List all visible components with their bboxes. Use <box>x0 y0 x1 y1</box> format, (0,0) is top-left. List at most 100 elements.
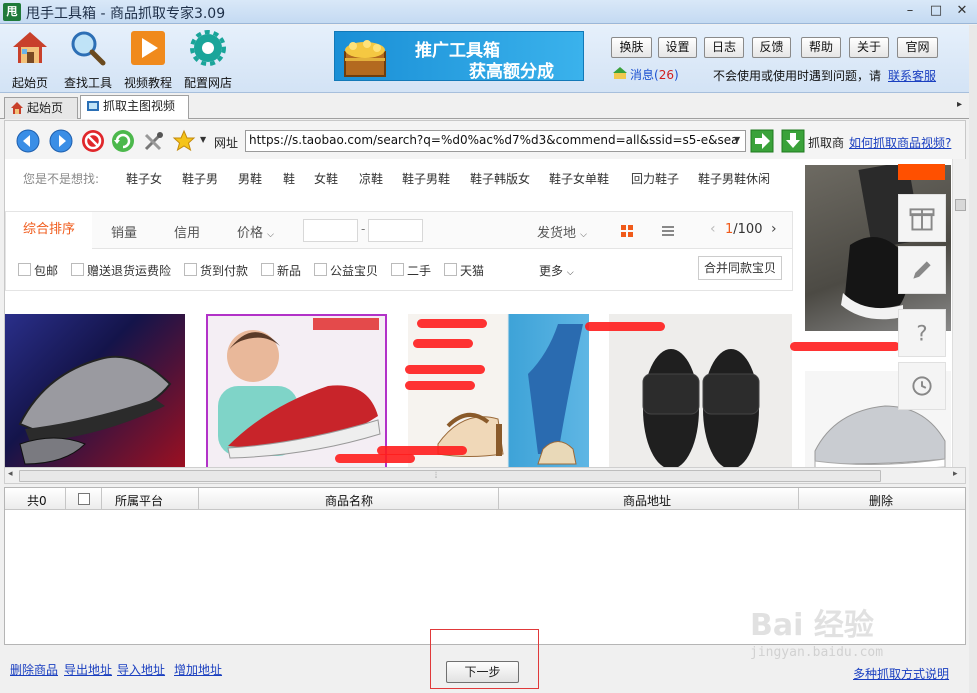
back-icon[interactable] <box>16 129 40 153</box>
suggestion-link[interactable]: 凉鞋 <box>359 170 383 187</box>
address-input[interactable]: https://s.taobao.com/search?q=%d0%ac%d7%… <box>245 130 746 152</box>
side-promo-strip[interactable] <box>898 164 945 180</box>
delete-products-link[interactable]: 删除商品 <box>10 661 58 678</box>
question-icon[interactable]: ? <box>898 309 946 357</box>
about-button[interactable]: 关于 <box>849 37 889 58</box>
help-button[interactable]: 帮助 <box>801 37 841 58</box>
log-button[interactable]: 日志 <box>704 37 744 58</box>
product-card[interactable] <box>609 314 792 468</box>
suggestion-link[interactable]: 鞋子男鞋休闲 <box>698 170 770 187</box>
browser-viewport: 您是不是想找: 鞋子女 鞋子男 男鞋 鞋 女鞋 凉鞋 鞋子男鞋 鞋子韩版女 鞋子… <box>4 159 966 468</box>
forward-icon[interactable] <box>49 129 73 153</box>
merge-same-button[interactable]: 合并同款宝贝 <box>698 256 782 280</box>
suggestion-link[interactable]: 鞋子女 <box>126 170 162 187</box>
close-button[interactable]: ✕ <box>950 2 974 20</box>
messages-link[interactable]: 消息(26) <box>630 66 679 83</box>
promo-banner[interactable]: 推广工具箱 获高额分成 <box>334 31 584 81</box>
maximize-button[interactable]: □ <box>924 2 948 20</box>
tab-home[interactable]: 起始页 <box>4 97 78 119</box>
grid-header: 共0 所属平台 商品名称 商品地址 删除 <box>5 488 965 510</box>
pencil-icon[interactable] <box>898 246 946 294</box>
settings-button[interactable]: 设置 <box>658 37 697 58</box>
horizontal-scroll-thumb[interactable]: ⦙ <box>19 470 881 482</box>
messages-label: 消息( <box>630 68 659 82</box>
suggestion-link[interactable]: 鞋子韩版女 <box>470 170 530 187</box>
website-button[interactable]: 官网 <box>897 37 938 58</box>
col-delete[interactable]: 删除 <box>869 492 893 509</box>
sort-price-tab[interactable]: 价格 ⌵ <box>237 222 274 241</box>
product-card[interactable] <box>408 314 589 468</box>
horizontal-scrollbar[interactable]: ◂ ⦙ ▸ <box>4 467 966 484</box>
config-shop-label: 配置网店 <box>183 76 232 90</box>
app-icon: 甩 <box>3 3 21 21</box>
vertical-scroll-thumb[interactable] <box>955 199 966 211</box>
skin-button[interactable]: 换肤 <box>611 37 652 58</box>
suggestion-link[interactable]: 鞋 <box>283 170 295 187</box>
filter-checkbox[interactable]: 二手 <box>391 262 431 279</box>
redaction-mark <box>377 446 467 455</box>
more-filters-dropdown[interactable]: 更多 ⌵ <box>539 262 574 279</box>
select-all-checkbox[interactable] <box>78 493 90 505</box>
tab-scroll-icon[interactable]: ▸ <box>957 99 969 115</box>
messages-count: 26 <box>658 68 674 82</box>
filter-checkbox[interactable]: 新品 <box>261 262 301 279</box>
scroll-right-icon[interactable]: ▸ <box>953 469 958 479</box>
ship-from-dropdown[interactable]: 发货地 ⌵ <box>537 222 587 241</box>
suggestion-link[interactable]: 鞋子男鞋 <box>402 170 450 187</box>
home-tool-label: 起始页 <box>11 76 48 90</box>
grid-view-icon[interactable] <box>620 224 634 238</box>
home-tool-button[interactable]: 起始页 <box>0 29 60 91</box>
how-to-grab-link[interactable]: 如何抓取商品视频? <box>849 134 951 151</box>
export-urls-link[interactable]: 导出地址 <box>64 661 112 678</box>
filter-checkbox[interactable]: 货到付款 <box>184 262 248 279</box>
film-icon <box>87 101 99 111</box>
favorites-dropdown-icon[interactable]: ▼ <box>200 135 206 144</box>
add-url-link[interactable]: 增加地址 <box>174 661 222 678</box>
col-product-url[interactable]: 商品地址 <box>623 492 671 509</box>
minimize-button[interactable]: – <box>898 2 922 20</box>
sort-default-tab[interactable]: 综合排序 <box>6 212 92 249</box>
price-max-input[interactable] <box>368 219 423 242</box>
pager-prev-icon[interactable]: ‹ <box>710 221 716 237</box>
product-card[interactable] <box>5 314 185 468</box>
import-urls-link[interactable]: 导入地址 <box>117 661 165 678</box>
star-icon[interactable] <box>172 129 196 153</box>
col-platform[interactable]: 所属平台 <box>115 492 163 509</box>
filter-checkbox[interactable]: 公益宝贝 <box>314 262 378 279</box>
video-tutorial-button[interactable]: 视频教程 <box>118 29 178 91</box>
grab-methods-link[interactable]: 多种抓取方式说明 <box>853 665 949 682</box>
pager-next-icon[interactable]: › <box>771 221 777 237</box>
play-icon <box>131 31 165 65</box>
sort-credit-tab[interactable]: 信用 <box>174 222 200 241</box>
filter-checkbox[interactable]: 天猫 <box>444 262 484 279</box>
contact-support-link[interactable]: 联系客服 <box>888 67 936 84</box>
gift-icon[interactable] <box>898 194 946 242</box>
price-min-input[interactable] <box>303 219 358 242</box>
refresh-icon[interactable] <box>111 129 135 153</box>
feedback-button[interactable]: 反馈 <box>752 37 791 58</box>
stop-icon[interactable] <box>81 129 105 153</box>
suggestion-link[interactable]: 回力鞋子 <box>631 170 679 187</box>
suggestion-link[interactable]: 女鞋 <box>314 170 338 187</box>
suggestion-link[interactable]: 男鞋 <box>238 170 262 187</box>
go-icon[interactable] <box>750 129 774 153</box>
list-view-icon[interactable] <box>661 224 675 238</box>
tab-grab-video[interactable]: 抓取主图视频 <box>80 95 189 119</box>
scroll-left-icon[interactable]: ◂ <box>8 469 13 479</box>
find-tool-button[interactable]: 查找工具 <box>58 29 118 91</box>
tools-icon[interactable] <box>142 129 166 153</box>
clock-icon[interactable] <box>898 362 946 410</box>
grid-divider <box>101 488 102 510</box>
product-card[interactable] <box>206 314 387 468</box>
config-shop-button[interactable]: 配置网店 <box>178 29 238 91</box>
suggestion-link[interactable]: 鞋子女单鞋 <box>549 170 609 187</box>
vertical-scrollbar[interactable] <box>952 159 966 468</box>
filter-checkbox[interactable]: 包邮 <box>18 262 58 279</box>
download-icon[interactable] <box>781 129 805 153</box>
suggestion-link[interactable]: 鞋子男 <box>182 170 218 187</box>
sort-sales-tab[interactable]: 销量 <box>111 222 137 241</box>
filter-checkbox[interactable]: 赠送退货运费险 <box>71 262 171 279</box>
address-dropdown-icon[interactable]: ▼ <box>734 135 740 144</box>
col-product-name[interactable]: 商品名称 <box>325 492 373 509</box>
message-icon <box>613 67 627 79</box>
